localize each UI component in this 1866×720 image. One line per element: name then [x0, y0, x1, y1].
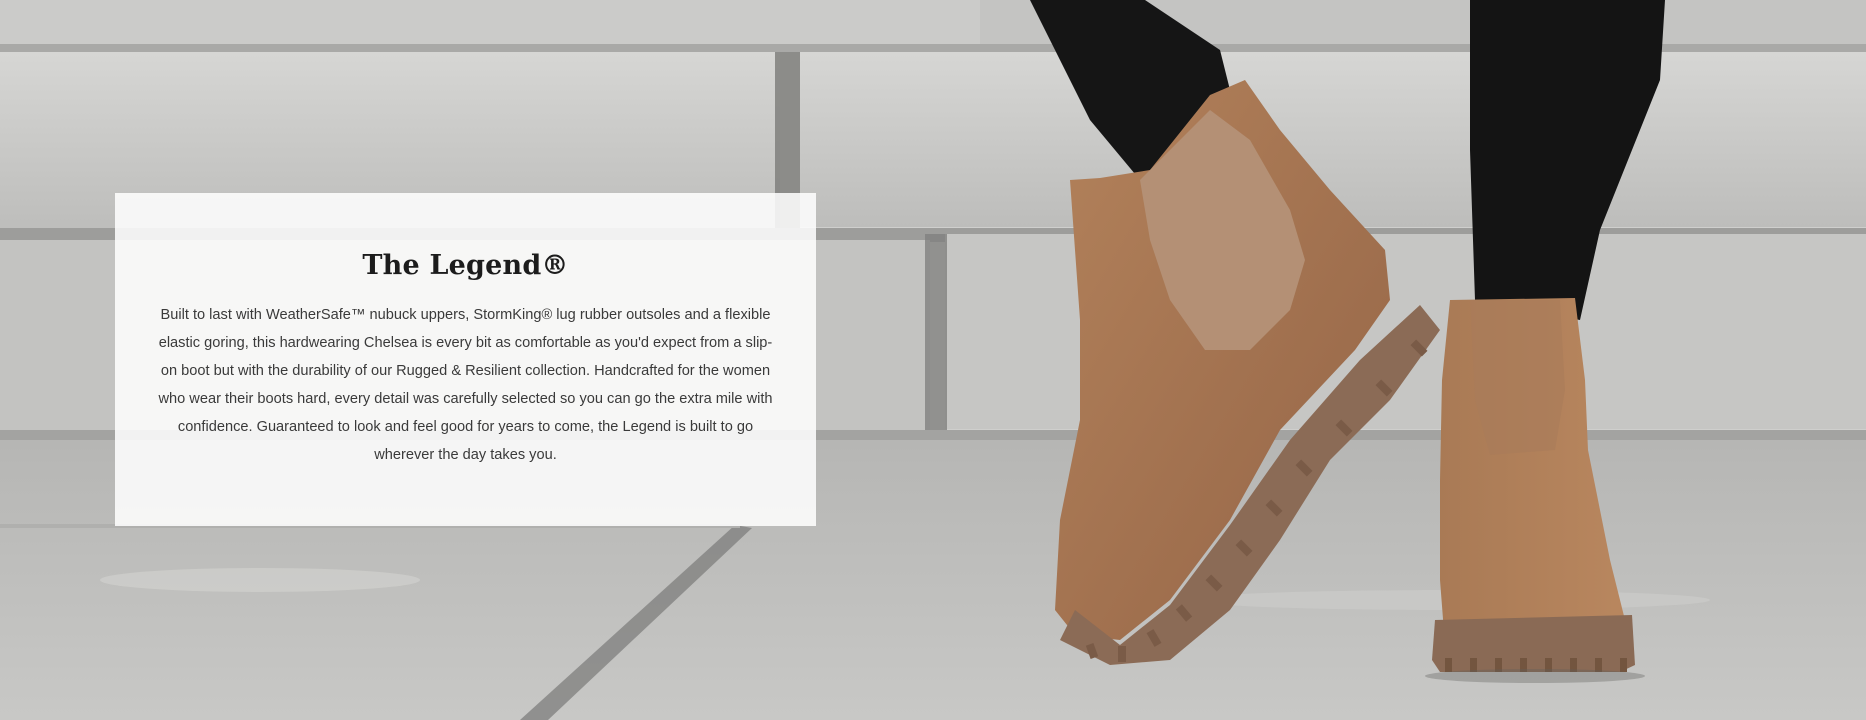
- right-boot-sole: [1432, 615, 1635, 672]
- feature-title: The Legend®: [362, 250, 569, 281]
- feature-hero: The Legend® Built to last with WeatherSa…: [0, 0, 1866, 720]
- feature-text-card: The Legend® Built to last with WeatherSa…: [115, 193, 816, 526]
- feature-description: Built to last with WeatherSafe™ nubuck u…: [158, 307, 773, 463]
